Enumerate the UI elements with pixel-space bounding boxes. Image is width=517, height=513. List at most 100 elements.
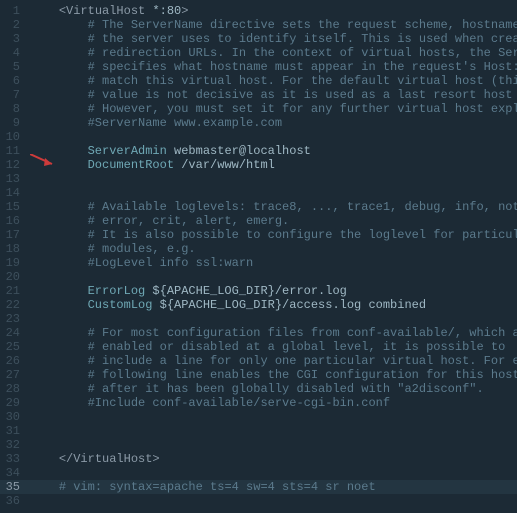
code-content[interactable]: # redirection URLs. In the context of vi… — [30, 46, 517, 60]
code-line[interactable]: 2 # The ServerName directive sets the re… — [0, 18, 517, 32]
line-number: 8 — [0, 102, 30, 116]
code-line[interactable]: 33 </VirtualHost> — [0, 452, 517, 466]
line-number: 16 — [0, 214, 30, 228]
code-line[interactable]: 21 ErrorLog ${APACHE_LOG_DIR}/error.log — [0, 284, 517, 298]
code-line[interactable]: 5 # specifies what hostname must appear … — [0, 60, 517, 74]
line-number: 25 — [0, 340, 30, 354]
code-line[interactable]: 15 # Available loglevels: trace8, ..., t… — [0, 200, 517, 214]
code-content[interactable] — [30, 270, 517, 284]
code-line[interactable]: 34 — [0, 466, 517, 480]
line-number: 20 — [0, 270, 30, 284]
code-content[interactable]: # match this virtual host. For the defau… — [30, 74, 517, 88]
code-line[interactable]: 24 # For most configuration files from c… — [0, 326, 517, 340]
code-content[interactable]: # error, crit, alert, emerg. — [30, 214, 517, 228]
code-content[interactable]: # Available loglevels: trace8, ..., trac… — [30, 200, 517, 214]
code-line[interactable]: 13 — [0, 172, 517, 186]
code-line[interactable]: 35 # vim: syntax=apache ts=4 sw=4 sts=4 … — [0, 480, 517, 494]
line-number: 5 — [0, 60, 30, 74]
code-content[interactable]: # specifies what hostname must appear in… — [30, 60, 517, 74]
code-line[interactable]: 1 <VirtualHost *:80> — [0, 4, 517, 18]
line-number: 14 — [0, 186, 30, 200]
code-line[interactable]: 11 ServerAdmin webmaster@localhost — [0, 144, 517, 158]
code-line[interactable]: 31 — [0, 424, 517, 438]
code-content[interactable]: # It is also possible to configure the l… — [30, 228, 517, 242]
code-line[interactable]: 23 — [0, 312, 517, 326]
code-line[interactable]: 14 — [0, 186, 517, 200]
code-content[interactable]: #ServerName www.example.com — [30, 116, 517, 130]
line-number: 24 — [0, 326, 30, 340]
line-number: 11 — [0, 144, 30, 158]
line-number: 27 — [0, 368, 30, 382]
code-line[interactable]: 7 # value is not decisive as it is used … — [0, 88, 517, 102]
code-line[interactable]: 26 # include a line for only one particu… — [0, 354, 517, 368]
code-content[interactable] — [30, 424, 517, 438]
line-number: 9 — [0, 116, 30, 130]
code-content[interactable]: # enabled or disabled at a global level,… — [30, 340, 517, 354]
code-content[interactable]: # after it has been globally disabled wi… — [30, 382, 517, 396]
code-content[interactable]: # For most configuration files from conf… — [30, 326, 517, 340]
code-content[interactable]: DocumentRoot /var/www/html — [30, 158, 517, 172]
line-number: 7 — [0, 88, 30, 102]
line-number: 3 — [0, 32, 30, 46]
code-content[interactable] — [30, 130, 517, 144]
code-content[interactable]: # However, you must set it for any furth… — [30, 102, 517, 116]
code-content[interactable] — [30, 410, 517, 424]
code-line[interactable]: 32 — [0, 438, 517, 452]
code-content[interactable] — [30, 312, 517, 326]
code-line[interactable]: 9 #ServerName www.example.com — [0, 116, 517, 130]
code-content[interactable] — [30, 494, 517, 508]
code-line[interactable]: 16 # error, crit, alert, emerg. — [0, 214, 517, 228]
code-content[interactable] — [30, 186, 517, 200]
line-number: 15 — [0, 200, 30, 214]
code-content[interactable]: #LogLevel info ssl:warn — [30, 256, 517, 270]
code-content[interactable] — [30, 466, 517, 480]
line-number: 36 — [0, 494, 30, 508]
code-line[interactable]: 18 # modules, e.g. — [0, 242, 517, 256]
code-line[interactable]: 27 # following line enables the CGI conf… — [0, 368, 517, 382]
line-number: 31 — [0, 424, 30, 438]
code-content[interactable]: # vim: syntax=apache ts=4 sw=4 sts=4 sr … — [30, 480, 517, 494]
code-line[interactable]: 36 — [0, 494, 517, 508]
line-number: 12 — [0, 158, 30, 172]
line-number: 35 — [0, 480, 30, 494]
code-line[interactable]: 12 DocumentRoot /var/www/html — [0, 158, 517, 172]
code-content[interactable]: # the server uses to identify itself. Th… — [30, 32, 517, 46]
code-content[interactable]: # value is not decisive as it is used as… — [30, 88, 517, 102]
code-content[interactable] — [30, 438, 517, 452]
code-editor[interactable]: 1 <VirtualHost *:80>2 # The ServerName d… — [0, 4, 517, 508]
code-content[interactable]: # include a line for only one particular… — [30, 354, 517, 368]
code-line[interactable]: 28 # after it has been globally disabled… — [0, 382, 517, 396]
code-line[interactable]: 6 # match this virtual host. For the def… — [0, 74, 517, 88]
line-number: 21 — [0, 284, 30, 298]
code-line[interactable]: 10 — [0, 130, 517, 144]
code-content[interactable] — [30, 172, 517, 186]
line-number: 1 — [0, 4, 30, 18]
line-number: 22 — [0, 298, 30, 312]
code-content[interactable]: #Include conf-available/serve-cgi-bin.co… — [30, 396, 517, 410]
code-content[interactable]: # The ServerName directive sets the requ… — [30, 18, 517, 32]
code-line[interactable]: 17 # It is also possible to configure th… — [0, 228, 517, 242]
code-line[interactable]: 3 # the server uses to identify itself. … — [0, 32, 517, 46]
code-line[interactable]: 8 # However, you must set it for any fur… — [0, 102, 517, 116]
code-line[interactable]: 4 # redirection URLs. In the context of … — [0, 46, 517, 60]
line-number: 34 — [0, 466, 30, 480]
line-number: 23 — [0, 312, 30, 326]
line-number: 30 — [0, 410, 30, 424]
code-line[interactable]: 25 # enabled or disabled at a global lev… — [0, 340, 517, 354]
line-number: 19 — [0, 256, 30, 270]
code-content[interactable]: <VirtualHost *:80> — [30, 4, 517, 18]
code-content[interactable]: ErrorLog ${APACHE_LOG_DIR}/error.log — [30, 284, 517, 298]
code-line[interactable]: 29 #Include conf-available/serve-cgi-bin… — [0, 396, 517, 410]
code-content[interactable]: </VirtualHost> — [30, 452, 517, 466]
code-content[interactable]: CustomLog ${APACHE_LOG_DIR}/access.log c… — [30, 298, 517, 312]
line-number: 26 — [0, 354, 30, 368]
code-content[interactable]: ServerAdmin webmaster@localhost — [30, 144, 517, 158]
code-line[interactable]: 19 #LogLevel info ssl:warn — [0, 256, 517, 270]
code-line[interactable]: 20 — [0, 270, 517, 284]
line-number: 32 — [0, 438, 30, 452]
code-line[interactable]: 22 CustomLog ${APACHE_LOG_DIR}/access.lo… — [0, 298, 517, 312]
code-content[interactable]: # modules, e.g. — [30, 242, 517, 256]
code-content[interactable]: # following line enables the CGI configu… — [30, 368, 517, 382]
code-line[interactable]: 30 — [0, 410, 517, 424]
line-number: 10 — [0, 130, 30, 144]
